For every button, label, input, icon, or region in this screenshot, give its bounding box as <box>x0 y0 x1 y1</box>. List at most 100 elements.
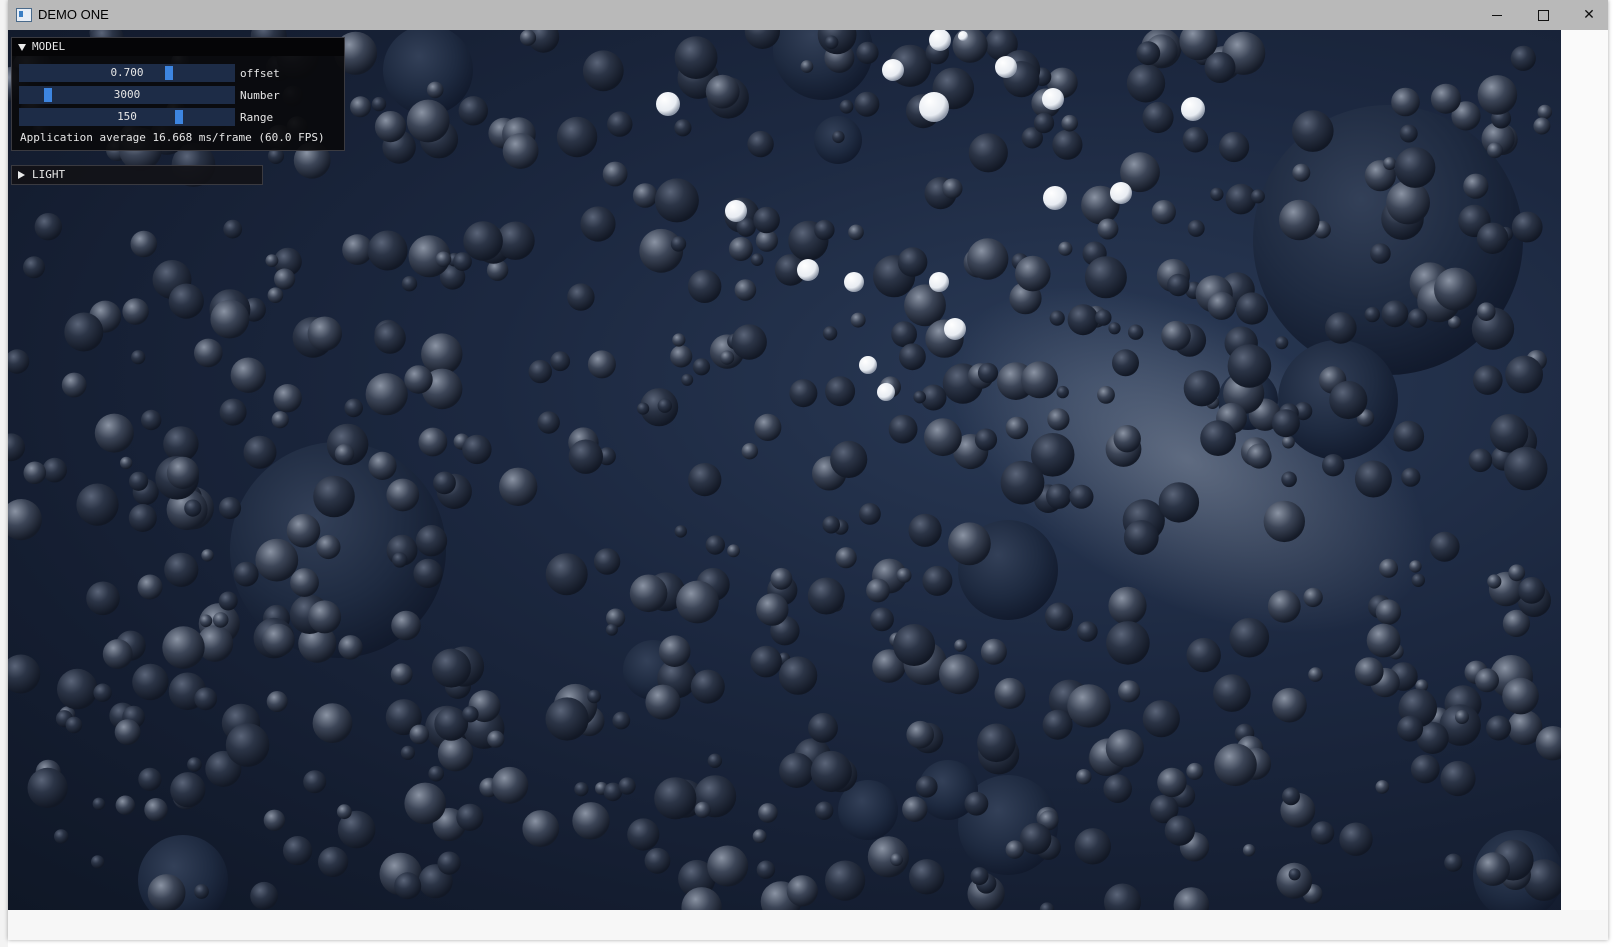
sphere <box>605 623 618 636</box>
sphere <box>1473 365 1503 395</box>
slider-grab[interactable] <box>175 110 183 124</box>
sphere <box>688 269 722 303</box>
sphere <box>688 463 722 497</box>
sphere <box>65 716 83 734</box>
sphere <box>428 765 445 782</box>
sphere <box>786 875 818 907</box>
sphere <box>896 567 912 583</box>
sphere <box>1000 460 1045 505</box>
sphere <box>754 413 782 441</box>
sphere <box>1282 435 1295 449</box>
sphere <box>502 133 539 169</box>
sphere <box>810 750 852 793</box>
sphere <box>1095 309 1112 326</box>
sphere <box>94 413 134 453</box>
sphere <box>274 268 296 290</box>
sphere <box>318 846 349 878</box>
number-slider[interactable]: 3000 <box>19 86 235 104</box>
offset-slider[interactable]: 0.700 <box>19 64 235 82</box>
sphere <box>1476 222 1509 254</box>
sphere <box>1042 709 1073 740</box>
sphere <box>1235 292 1269 325</box>
sphere <box>1308 667 1323 682</box>
sphere <box>1158 482 1200 523</box>
sphere <box>1508 564 1526 582</box>
sphere <box>825 860 866 901</box>
sphere <box>556 116 598 158</box>
sphere <box>1076 769 1092 785</box>
close-button[interactable]: ✕ <box>1566 0 1612 30</box>
sphere <box>1084 256 1127 299</box>
title-bar[interactable]: DEMO ONE ✕ <box>8 0 1608 30</box>
sphere <box>367 230 408 271</box>
sphere <box>572 802 610 840</box>
sphere <box>8 433 25 462</box>
offset-label: offset <box>240 66 280 80</box>
maximize-icon <box>1537 9 1549 21</box>
bright-sphere <box>1181 97 1205 121</box>
sphere <box>23 256 45 279</box>
window-bottom-edge <box>8 910 1608 940</box>
sphere <box>64 312 104 352</box>
sphere <box>954 639 967 652</box>
sphere <box>194 338 223 368</box>
sphere <box>690 669 725 704</box>
model-panel: MODEL 0.700 offset 3000 Number 150 Range… <box>11 37 345 151</box>
sphere <box>1409 560 1422 573</box>
sphere <box>129 471 149 491</box>
sphere <box>1186 637 1221 673</box>
sphere <box>42 457 67 483</box>
sphere <box>1049 310 1065 326</box>
sphere <box>913 390 926 404</box>
sphere <box>390 663 413 686</box>
maximize-button[interactable] <box>1520 0 1566 30</box>
sphere <box>168 283 204 319</box>
sphere <box>848 224 864 241</box>
sphere <box>567 283 595 311</box>
sphere <box>859 503 881 525</box>
sphere <box>1204 52 1236 83</box>
sphere <box>138 767 162 791</box>
sphere <box>1475 668 1499 693</box>
bright-sphere <box>1042 88 1064 110</box>
render-viewport[interactable]: MODEL 0.700 offset 3000 Number 150 Range… <box>8 30 1561 910</box>
sphere <box>674 119 692 137</box>
sphere <box>1391 87 1420 117</box>
sphere <box>670 236 687 252</box>
sphere <box>830 440 868 478</box>
sphere <box>1292 110 1334 152</box>
sphere <box>61 372 87 398</box>
sphere <box>550 351 571 372</box>
sphere <box>808 713 838 743</box>
sphere <box>210 299 250 339</box>
sphere <box>413 558 443 589</box>
sphere <box>1182 126 1209 153</box>
sphere <box>1477 75 1518 115</box>
sphere <box>770 567 793 590</box>
sphere <box>1364 306 1381 323</box>
sphere <box>741 443 758 460</box>
light-panel-header[interactable]: LIGHT <box>12 166 262 184</box>
sphere <box>734 279 757 301</box>
sphere <box>212 612 229 628</box>
sphere <box>1434 267 1477 311</box>
bright-sphere <box>929 30 951 51</box>
sphere <box>1108 586 1147 625</box>
sphere <box>756 860 776 879</box>
sphere <box>1210 187 1224 201</box>
sphere <box>184 499 202 517</box>
slider-grab[interactable] <box>44 88 52 102</box>
desktop-background <box>0 0 8 947</box>
bright-sphere <box>882 59 904 81</box>
sphere <box>974 428 998 451</box>
sphere <box>948 522 991 566</box>
slider-grab[interactable] <box>165 66 173 80</box>
minimize-button[interactable] <box>1474 0 1520 30</box>
window-right-edge <box>1561 30 1608 910</box>
range-slider[interactable]: 150 <box>19 108 235 126</box>
light-panel[interactable]: LIGHT <box>11 165 263 185</box>
sphere <box>627 818 660 851</box>
model-panel-header[interactable]: MODEL <box>12 38 344 56</box>
sphere <box>144 798 168 822</box>
sphere <box>338 635 363 660</box>
